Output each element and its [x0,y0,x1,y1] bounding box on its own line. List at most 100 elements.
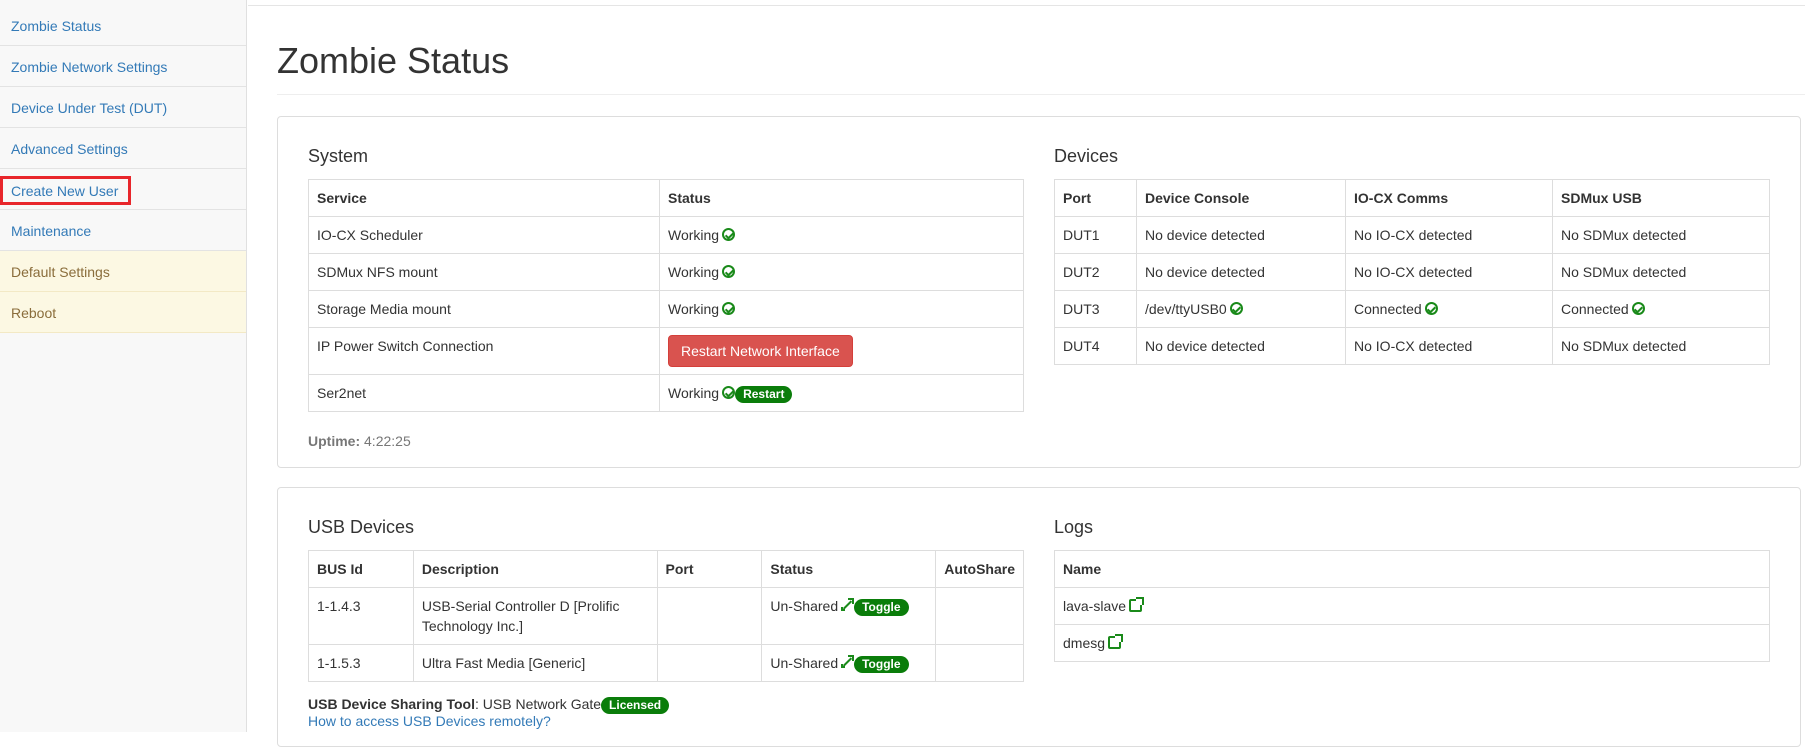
usb-status: Un-Shared Toggle [761,587,937,645]
sidebar-item-create-new-user[interactable]: Create New User [0,169,246,210]
service-name: Storage Media mount [308,290,660,328]
table-row: DUT1 No device detected No IO-CX detecte… [1054,216,1770,254]
service-status: Working Restart [659,374,1024,412]
check-circle-icon [722,302,736,315]
sidebar-item-label: Maintenance [11,223,92,240]
check-circle-icon [1424,302,1438,315]
column-header-sdmux-usb: SDMux USB [1552,179,1770,217]
device-sdmux: No SDMux detected [1552,253,1770,291]
check-circle-icon [1631,302,1645,315]
top-divider [248,5,1805,6]
service-status: Restart Network Interface [659,327,1024,375]
device-sdmux: No SDMux detected [1552,327,1770,365]
device-sdmux: No SDMux detected [1552,216,1770,254]
usb-sharing-tool-value: : USB Network Gate [475,696,602,712]
sidebar-item-label: Reboot [11,305,57,322]
table-row: DUT3 /dev/ttyUSB0 Connected Connected [1054,290,1770,328]
usb-devices-heading: USB Devices [308,517,415,537]
usb-bus-id: 1-1.5.3 [308,644,414,682]
device-iocx: Connected [1345,290,1553,328]
devices-table: Port Device Console IO-CX Comms SDMux US… [1054,179,1770,365]
external-link-icon[interactable] [1108,634,1124,649]
usb-bus-id: 1-1.4.3 [308,587,414,645]
table-row: DUT4 No device detected No IO-CX detecte… [1054,327,1770,365]
toggle-share-badge[interactable]: Toggle [854,599,909,616]
table-row: Ser2net Working Restart [308,374,1024,412]
table-header-row: Port Device Console IO-CX Comms SDMux US… [1054,179,1770,217]
device-port: DUT3 [1054,290,1137,328]
sdmux-status: Connected [1561,301,1629,317]
logs-heading: Logs [1054,517,1094,537]
expand-icon [841,655,855,668]
sidebar-item-zombie-status[interactable]: Zombie Status [0,5,246,46]
table-row: IO-CX Scheduler Working [308,216,1024,254]
system-table: Service Status IO-CX Scheduler Working S… [308,179,1024,412]
external-link-icon[interactable] [1129,597,1145,612]
service-name: IP Power Switch Connection [308,327,660,375]
table-row: 1-1.4.3 USB-Serial Controller D [Prolifi… [308,587,1024,645]
sidebar-item-label: Device Under Test (DUT) [11,100,168,117]
licensed-badge: Licensed [601,697,670,714]
table-row: lava-slave [1054,587,1770,625]
device-console: No device detected [1136,216,1346,254]
usb-logs-panel: USB Devices BUS Id Description Port Stat… [277,487,1801,747]
table-row: DUT2 No device detected No IO-CX detecte… [1054,253,1770,291]
ser2net-restart-badge[interactable]: Restart [735,386,793,403]
share-status: Un-Shared [770,598,839,614]
usb-description: Ultra Fast Media [Generic] [412,644,658,682]
table-row: dmesg [1054,624,1770,662]
logs-section: Logs Name lava-slave dmesg [1054,514,1770,662]
status-text: Working [668,385,720,401]
page-title: Zombie Status [277,40,510,81]
restart-network-interface-button[interactable]: Restart Network Interface [668,335,853,367]
device-port: DUT1 [1054,216,1137,254]
service-name: IO-CX Scheduler [308,216,660,254]
sidebar-item-label: Default Settings [11,264,110,281]
usb-remote-access-help-link[interactable]: How to access USB Devices remotely? [308,713,551,729]
column-header-device-console: Device Console [1136,179,1346,217]
toggle-share-badge[interactable]: Toggle [854,656,909,673]
status-text: Working [668,264,720,280]
check-circle-icon [722,265,736,278]
device-console: No device detected [1136,253,1346,291]
sidebar-item-zombie-network-settings[interactable]: Zombie Network Settings [0,46,246,87]
column-header-iocx-comms: IO-CX Comms [1345,179,1553,217]
iocx-status: Connected [1354,301,1422,317]
usb-port [656,587,763,645]
status-panel: System Service Status IO-CX Scheduler Wo… [277,116,1801,468]
column-header-status: Status [761,550,937,588]
status-text: Working [668,227,720,243]
devices-heading: Devices [1054,146,1119,166]
expand-icon [841,598,855,611]
log-name: dmesg [1063,635,1106,651]
service-name: Ser2net [308,374,660,412]
device-port: DUT4 [1054,327,1137,365]
column-header-status: Status [659,179,1024,217]
device-console: /dev/ttyUSB0 [1136,290,1346,328]
column-header-description: Description [412,550,658,588]
sidebar-item-label: Create New User [0,175,132,205]
service-status: Working [659,253,1024,291]
share-status: Un-Shared [770,655,839,671]
devices-section: Devices Port Device Console IO-CX Comms … [1054,143,1770,365]
uptime-label: Uptime: [308,433,361,449]
table-row: SDMux NFS mount Working [308,253,1024,291]
device-port: DUT2 [1054,253,1137,291]
status-text: Working [668,301,720,317]
console-path: /dev/ttyUSB0 [1145,301,1227,317]
sidebar-item-advanced-settings[interactable]: Advanced Settings [0,128,246,169]
sidebar-item-maintenance[interactable]: Maintenance [0,210,246,251]
uptime-value: 4:22:25 [364,433,411,449]
column-header-bus-id: BUS Id [308,550,414,588]
column-header-service: Service [308,179,660,217]
service-status: Working [659,290,1024,328]
log-entry: lava-slave [1054,587,1770,625]
device-iocx: No IO-CX detected [1345,253,1553,291]
sidebar-item-device-under-test[interactable]: Device Under Test (DUT) [0,87,246,128]
sidebar-item-default-settings[interactable]: Default Settings [0,251,246,292]
check-circle-icon [1229,302,1243,315]
service-status: Working [659,216,1024,254]
column-header-port: Port [656,550,763,588]
device-iocx: No IO-CX detected [1345,216,1553,254]
sidebar-item-reboot[interactable]: Reboot [0,292,246,333]
